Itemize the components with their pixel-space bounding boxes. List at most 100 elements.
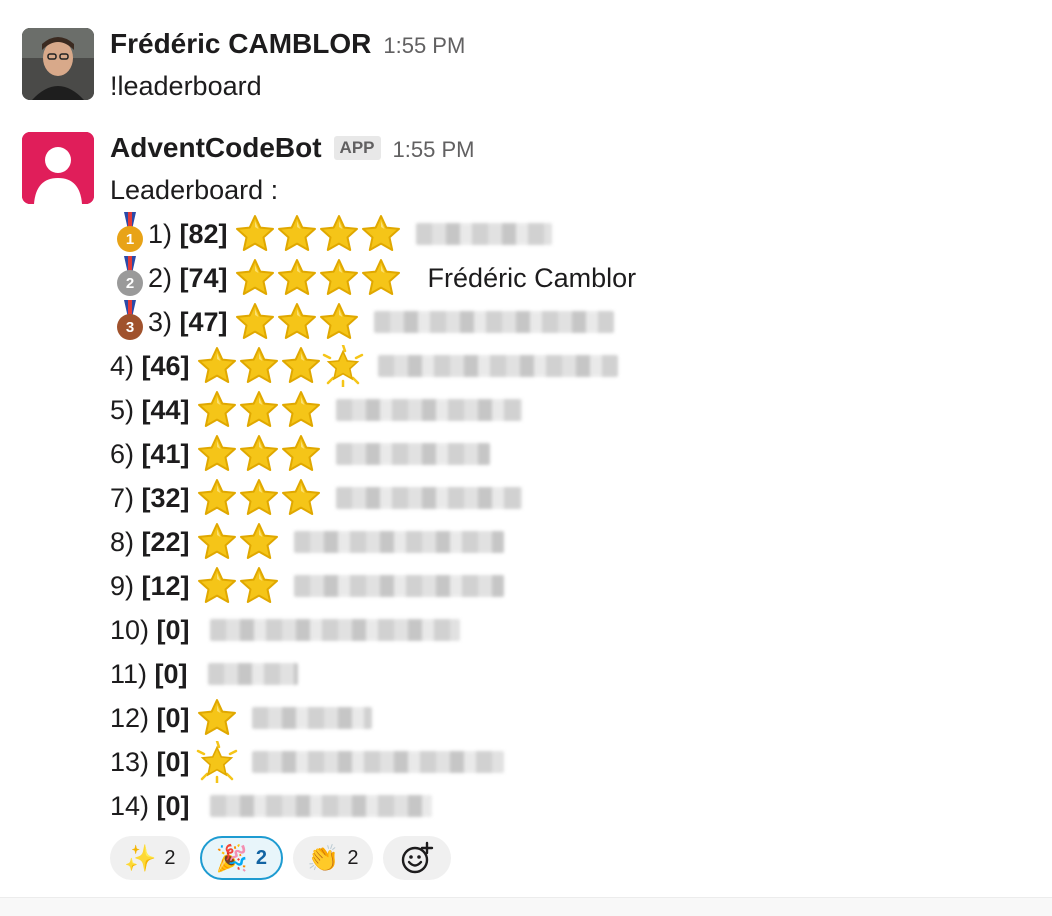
star-icon: [360, 257, 402, 299]
star-icon: [280, 389, 322, 431]
star-group: [196, 697, 238, 739]
blurred-name: [251, 751, 504, 773]
star-icon: [238, 565, 280, 607]
blurred-name: [335, 399, 522, 421]
blurred-name: [209, 795, 432, 817]
rank-score: [0]: [154, 658, 188, 689]
blurred-name: [335, 443, 490, 465]
sender-name[interactable]: Frédéric CAMBLOR: [110, 28, 371, 60]
blurred-name: [293, 575, 504, 597]
rank-score: [32]: [141, 482, 190, 513]
rank-score: [0]: [156, 746, 190, 777]
reaction-clapping-hands[interactable]: 👏 2: [293, 836, 373, 880]
message-timestamp[interactable]: 1:55 PM: [383, 33, 465, 59]
star-icon: [238, 477, 280, 519]
leaderboard-row: 8) [22]: [110, 520, 1052, 564]
star-icon: [238, 433, 280, 475]
rank-number: 6): [110, 438, 135, 469]
rank-number: 10): [110, 614, 150, 645]
reaction-count: 2: [164, 846, 176, 869]
rank-number: 3): [148, 306, 173, 337]
star-icon: [234, 257, 276, 299]
star-icon: [238, 389, 280, 431]
rank-number: 1): [148, 218, 173, 249]
reaction-sparkles[interactable]: ✨ 2: [110, 836, 190, 880]
gold-medal-icon: 1: [114, 212, 144, 256]
leaderboard-row: 5) [44]: [110, 388, 1052, 432]
user-avatar[interactable]: [22, 28, 94, 100]
star-group: [196, 389, 322, 431]
blurred-name: [209, 619, 460, 641]
user-photo-icon: [22, 28, 94, 100]
message-bot: AdventCodeBot APP 1:55 PM Leaderboard : …: [22, 132, 1052, 902]
blurred-name: [335, 487, 522, 509]
star-icon: [196, 389, 238, 431]
default-user-icon: [22, 132, 94, 204]
leaderboard-row: 10) [0]: [110, 608, 1052, 652]
rank-number: 8): [110, 526, 135, 557]
star-icon: [318, 213, 360, 255]
leaderboard-list: 1 1) [82] 2 2) [74] Frédéric Camblor 3 3…: [110, 212, 1052, 828]
rank-score: [46]: [141, 350, 190, 381]
star-icon: [318, 257, 360, 299]
party-popper-icon: 🎉: [215, 843, 248, 873]
add-reaction-button[interactable]: [382, 836, 451, 880]
sender-name[interactable]: AdventCodeBot: [110, 132, 322, 164]
rank-score: [41]: [141, 438, 190, 469]
star-group: [196, 521, 280, 563]
sparkles-icon: ✨: [124, 843, 157, 873]
star-group: [234, 257, 402, 299]
app-badge: APP: [333, 136, 381, 160]
rank-number: 14): [110, 790, 150, 821]
star-icon: [360, 213, 402, 255]
star-icon: [318, 301, 360, 343]
rank-score: [0]: [156, 702, 190, 733]
leaderboard-row: 11) [0]: [110, 652, 1052, 696]
star-icon: [196, 565, 238, 607]
star-icon: [276, 257, 318, 299]
rank-number: 13): [110, 746, 150, 777]
reaction-count: 2: [347, 846, 359, 869]
silver-medal-icon: 2: [114, 256, 144, 300]
blurred-name: [293, 531, 504, 553]
bronze-medal-icon: 3: [114, 300, 144, 344]
star-icon: [238, 345, 280, 387]
leaderboard-row: 1 1) [82]: [110, 212, 1052, 256]
message-timestamp[interactable]: 1:55 PM: [393, 137, 475, 163]
star-icon: [196, 345, 238, 387]
glowing-star-icon: [196, 741, 238, 783]
rank-score: [0]: [156, 790, 190, 821]
star-icon: [280, 345, 322, 387]
leaderboard-row: 3 3) [47]: [110, 300, 1052, 344]
star-group: [234, 213, 402, 255]
star-group: [196, 741, 238, 783]
blurred-name: [207, 663, 298, 685]
glowing-star-icon: [322, 345, 364, 387]
bot-avatar[interactable]: [22, 132, 94, 204]
leaderboard-row: 14) [0]: [110, 784, 1052, 828]
rank-number: 2): [148, 262, 173, 293]
blurred-name: [373, 311, 614, 333]
reaction-party-popper[interactable]: 🎉 2: [199, 836, 283, 880]
star-icon: [196, 521, 238, 563]
leaderboard-row: 4) [46]: [110, 344, 1052, 388]
star-icon: [234, 301, 276, 343]
reaction-count: 2: [255, 846, 267, 869]
rank-score: [47]: [179, 306, 228, 337]
star-group: [234, 301, 360, 343]
rank-score: [0]: [156, 614, 190, 645]
bottom-divider: [0, 897, 1052, 916]
rank-score: [12]: [141, 570, 190, 601]
blurred-name: [415, 223, 552, 245]
star-icon: [234, 213, 276, 255]
leaderboard-row: 2 2) [74] Frédéric Camblor: [110, 256, 1052, 300]
leaderboard-row: 6) [41]: [110, 432, 1052, 476]
star-icon: [238, 521, 280, 563]
message-user: Frédéric CAMBLOR 1:55 PM !leaderboard: [22, 28, 1052, 108]
leaderboard-row: 7) [32]: [110, 476, 1052, 520]
participant-name: Frédéric Camblor: [427, 262, 637, 293]
star-group: [196, 565, 280, 607]
star-group: [196, 477, 322, 519]
star-icon: [276, 301, 318, 343]
message-text: Leaderboard :: [110, 175, 279, 205]
